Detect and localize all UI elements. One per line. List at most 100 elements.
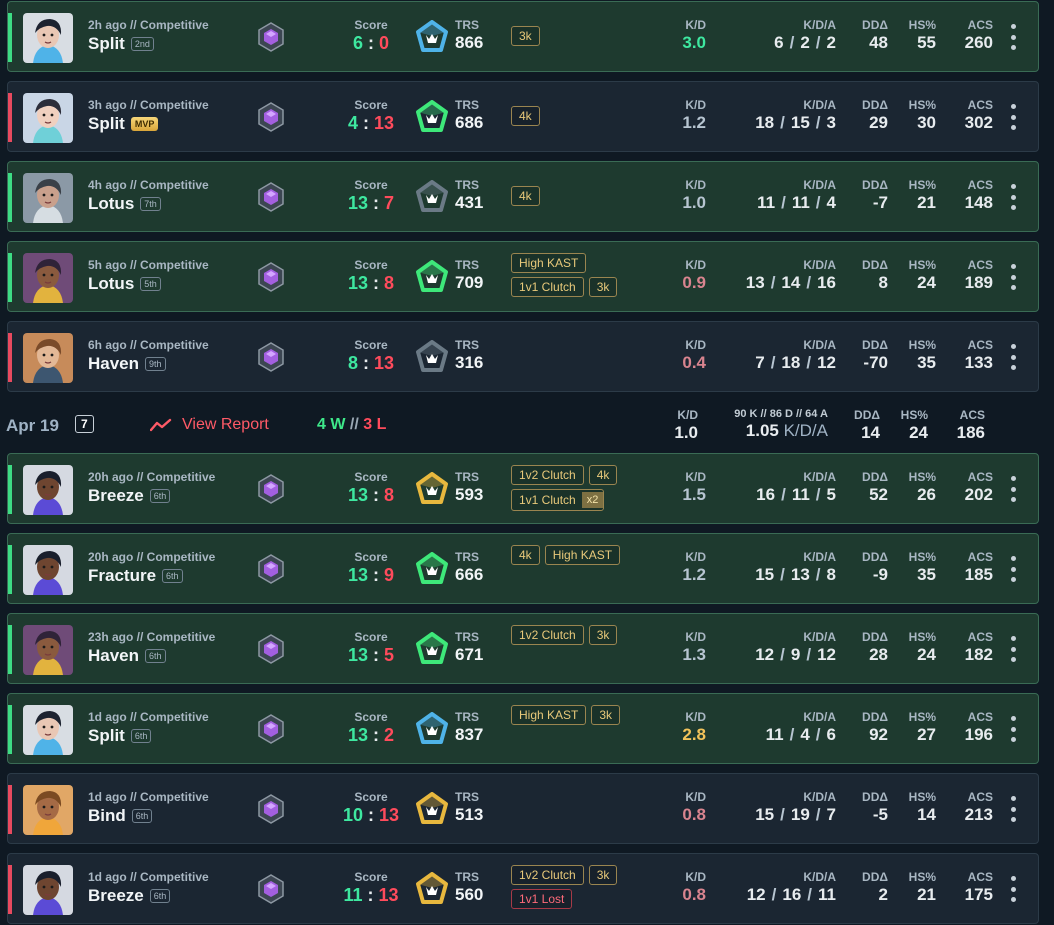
hs-value: 14: [917, 805, 936, 824]
kd-stat: K/D 1.0: [656, 178, 706, 213]
score-enemy: 0: [379, 33, 390, 53]
kebab-menu-icon[interactable]: [1008, 476, 1018, 502]
highlight-badge-label: High KAST: [519, 256, 579, 270]
rank-icon: [256, 874, 286, 904]
placement-badge: 6th: [131, 809, 153, 823]
acs-stat: ACS 133: [938, 338, 993, 373]
kda-stat: K/D/A 15 / 13 / 8: [708, 550, 836, 585]
dd-stat: DDΔ 8: [838, 258, 888, 293]
kebab-menu-icon[interactable]: [1008, 636, 1018, 662]
match-row[interactable]: 3h ago // Competitive Split MVP Score 4:13 …: [7, 81, 1039, 152]
kda-separator: /: [806, 645, 812, 664]
kebab-menu-icon[interactable]: [1008, 184, 1018, 210]
acs-stat: ACS 185: [938, 550, 993, 585]
highlight-badge: 3k: [588, 625, 618, 645]
assists: 6: [826, 725, 836, 744]
match-row[interactable]: 20h ago // Competitive Breeze 6th Score 13:…: [7, 453, 1039, 524]
hs-value: 24: [917, 273, 936, 292]
score-value: 13:5: [323, 645, 419, 666]
match-meta: 1d ago // Competitive Bind 6th: [88, 790, 238, 826]
match-row[interactable]: 1d ago // Competitive Bind 6th Score 10:13 …: [7, 773, 1039, 844]
kda-label: K/D/A: [803, 258, 836, 272]
highlight-badge: 4k: [511, 186, 540, 206]
kd-label: K/D: [685, 790, 706, 804]
day-hs: HS% 24: [878, 408, 928, 443]
match-row[interactable]: 23h ago // Competitive Haven 6th Score 13:5…: [7, 613, 1039, 684]
assists: 8: [826, 565, 836, 584]
map-line: Split 6th: [88, 726, 238, 746]
menu-dot: [1010, 646, 1016, 652]
hs-label: HS%: [908, 178, 936, 192]
highlight-badge-label: 3k: [519, 29, 532, 43]
menu-dot: [1010, 194, 1016, 200]
trs-value: 560: [455, 885, 484, 904]
match-row[interactable]: 5h ago // Competitive Lotus 5th Score 13:8 …: [7, 241, 1039, 312]
hs-label: HS%: [908, 550, 936, 564]
acs-label: ACS: [967, 870, 993, 884]
kebab-menu-icon[interactable]: [1008, 556, 1018, 582]
dd-label: DDΔ: [862, 790, 888, 804]
kda-stat: K/D/A 15 / 19 / 7: [708, 790, 836, 825]
rank-icon: [256, 474, 286, 504]
match-row[interactable]: 4h ago // Competitive Lotus 7th Score 13:7 …: [7, 161, 1039, 232]
map-name: Split: [88, 34, 125, 53]
match-time-mode: 20h ago // Competitive: [88, 470, 216, 484]
score-team: 13: [347, 193, 368, 213]
kda-separator: /: [815, 193, 821, 212]
score-block: Score 8:13: [323, 338, 419, 374]
day-acs: ACS 186: [930, 408, 985, 443]
kda-separator: /: [780, 645, 785, 664]
kda-stat: K/D/A 12 / 16 / 11: [708, 870, 836, 905]
score-team: 13: [347, 273, 368, 293]
kda-separator: /: [815, 725, 821, 744]
result-indicator: [8, 545, 12, 594]
kda-value: 18 / 15 / 3: [708, 113, 836, 133]
match-time-mode: 6h ago // Competitive: [88, 338, 209, 352]
kebab-menu-icon[interactable]: [1008, 716, 1018, 742]
highlight-badge-label: 1v1 Clutch: [519, 280, 576, 294]
view-report-link[interactable]: View Report: [150, 416, 269, 434]
match-row[interactable]: 1d ago // Competitive Split 6th Score 13:2 …: [7, 693, 1039, 764]
acs-label: ACS: [967, 550, 993, 564]
kebab-menu-icon[interactable]: [1008, 104, 1018, 130]
rank-icon: [256, 714, 286, 744]
kebab-menu-icon[interactable]: [1008, 796, 1018, 822]
acs-value: 182: [964, 645, 993, 664]
kebab-menu-icon[interactable]: [1008, 344, 1018, 370]
kda-stat: K/D/A 6 / 2 / 2: [708, 18, 836, 53]
highlight-badge: 3k: [591, 705, 621, 725]
agent-avatar: [23, 705, 73, 755]
dd-label: DDΔ: [854, 408, 880, 422]
map-line: Lotus 7th: [88, 194, 238, 214]
match-row[interactable]: 20h ago // Competitive Fracture 6th Score 1…: [7, 533, 1039, 604]
trs-rank-icon: [416, 100, 448, 134]
kebab-menu-icon[interactable]: [1008, 24, 1018, 50]
menu-dot: [1010, 365, 1016, 370]
score-enemy: 5: [384, 645, 395, 665]
map-name: Breeze: [88, 886, 144, 905]
kd-label: K/D: [685, 870, 706, 884]
highlight-badges: 4k: [511, 106, 651, 126]
acs-value: 260: [964, 33, 993, 52]
highlight-badge-label: 1v2 Clutch: [519, 868, 576, 882]
dd-value: -9: [872, 565, 888, 584]
kebab-menu-icon[interactable]: [1008, 876, 1018, 902]
highlight-badge: 4k: [511, 545, 540, 565]
kebab-menu-icon[interactable]: [1008, 264, 1018, 290]
score-colon: :: [373, 193, 379, 213]
acs-label: ACS: [959, 408, 985, 422]
match-row[interactable]: 6h ago // Competitive Haven 9th Score 8:13 …: [7, 321, 1039, 392]
assists: 3: [826, 113, 836, 132]
match-row[interactable]: 1d ago // Competitive Breeze 6th Score 11:1…: [7, 853, 1039, 924]
kda-separator: /: [815, 805, 821, 824]
agent-avatar: [23, 13, 73, 63]
match-row[interactable]: 2h ago // Competitive Split 2nd Score 6:0 T…: [7, 1, 1039, 72]
score-block: Score 13:7: [323, 178, 419, 214]
highlight-badge-label: High KAST: [519, 708, 579, 722]
acs-value: 133: [964, 353, 993, 372]
assists: 7: [826, 805, 836, 824]
dd-stat: DDΔ 52: [838, 470, 888, 505]
deaths: 2: [800, 33, 810, 52]
hs-value: 24: [917, 645, 936, 664]
hs-stat: HS% 35: [886, 338, 936, 373]
